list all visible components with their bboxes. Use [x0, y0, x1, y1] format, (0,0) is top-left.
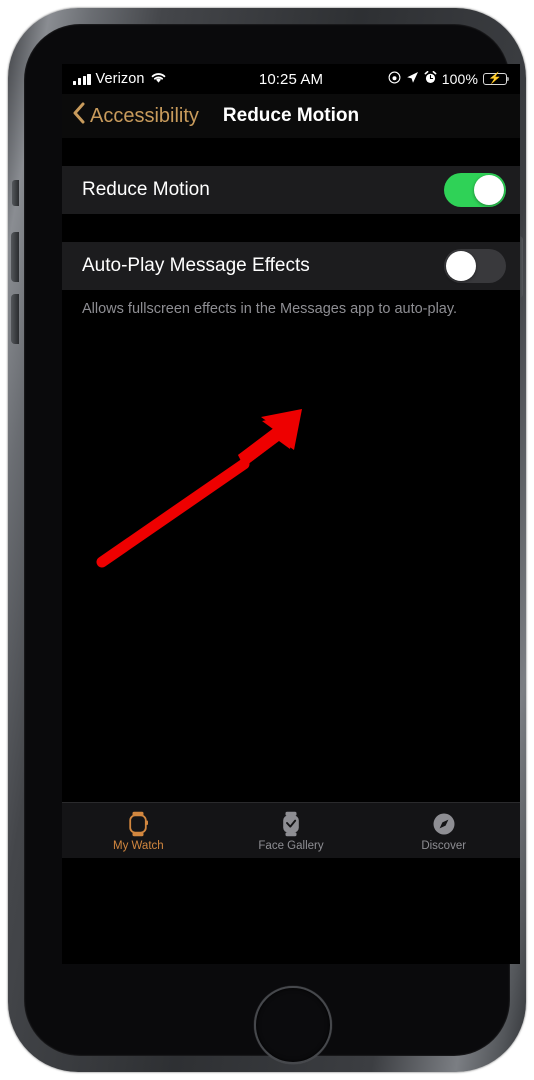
chevron-left-icon	[72, 102, 85, 130]
tab-label-face-gallery: Face Gallery	[258, 839, 324, 852]
settings-content: Reduce Motion Auto-Play Message Effects …	[62, 138, 520, 858]
volume-up-button[interactable]	[11, 232, 19, 282]
location-arrow-icon	[406, 71, 419, 88]
home-button[interactable]	[254, 986, 332, 1064]
setting-label-auto-play-message-effects: Auto-Play Message Effects	[82, 255, 310, 276]
section-gap-top	[62, 138, 520, 166]
wifi-icon	[150, 71, 167, 88]
toggle-knob	[446, 251, 476, 281]
apple-watch-icon	[127, 810, 149, 838]
status-bar-right: 100% ⚡	[388, 70, 510, 88]
tab-label-discover: Discover	[421, 839, 467, 852]
tab-bar: My Watch Face Gallery Discover	[62, 802, 520, 858]
carrier-label: Verizon	[95, 71, 145, 87]
tab-discover[interactable]: Discover	[367, 803, 520, 858]
battery-percent-label: 100%	[441, 71, 478, 87]
phone-frame: Verizon 10:25 AM 100% ⚡ Accessibility Re…	[8, 8, 526, 1072]
setting-label-reduce-motion: Reduce Motion	[82, 179, 210, 200]
setting-footer-note: Allows fullscreen effects in the Message…	[82, 301, 458, 317]
back-button-label: Accessibility	[90, 104, 199, 127]
back-button[interactable]: Accessibility	[62, 102, 199, 130]
status-bar-left: Verizon	[73, 71, 167, 88]
toggle-reduce-motion[interactable]	[444, 173, 506, 207]
phone-bezel: Verizon 10:25 AM 100% ⚡ Accessibility Re…	[24, 24, 520, 1064]
watch-face-icon	[280, 810, 302, 838]
tab-my-watch[interactable]: My Watch	[62, 803, 215, 858]
do-not-disturb-icon	[388, 71, 401, 88]
navigation-bar: Accessibility Reduce Motion	[62, 94, 520, 138]
mute-switch[interactable]	[12, 180, 19, 206]
setting-row-reduce-motion[interactable]: Reduce Motion	[62, 166, 520, 214]
phone-screen: Verizon 10:25 AM 100% ⚡ Accessibility Re…	[62, 64, 520, 964]
toggle-knob	[474, 175, 504, 205]
tab-face-gallery[interactable]: Face Gallery	[215, 803, 368, 858]
status-bar: Verizon 10:25 AM 100% ⚡	[62, 64, 520, 94]
alarm-clock-icon	[424, 70, 437, 88]
setting-row-auto-play-message-effects[interactable]: Auto-Play Message Effects	[62, 242, 520, 290]
volume-down-button[interactable]	[11, 294, 19, 344]
toggle-auto-play-message-effects[interactable]	[444, 249, 506, 283]
cellular-signal-icon	[73, 73, 91, 85]
battery-charging-icon: ⚡	[483, 73, 510, 85]
compass-icon	[432, 810, 456, 838]
tab-label-my-watch: My Watch	[112, 839, 164, 852]
section-gap-middle	[62, 214, 520, 242]
